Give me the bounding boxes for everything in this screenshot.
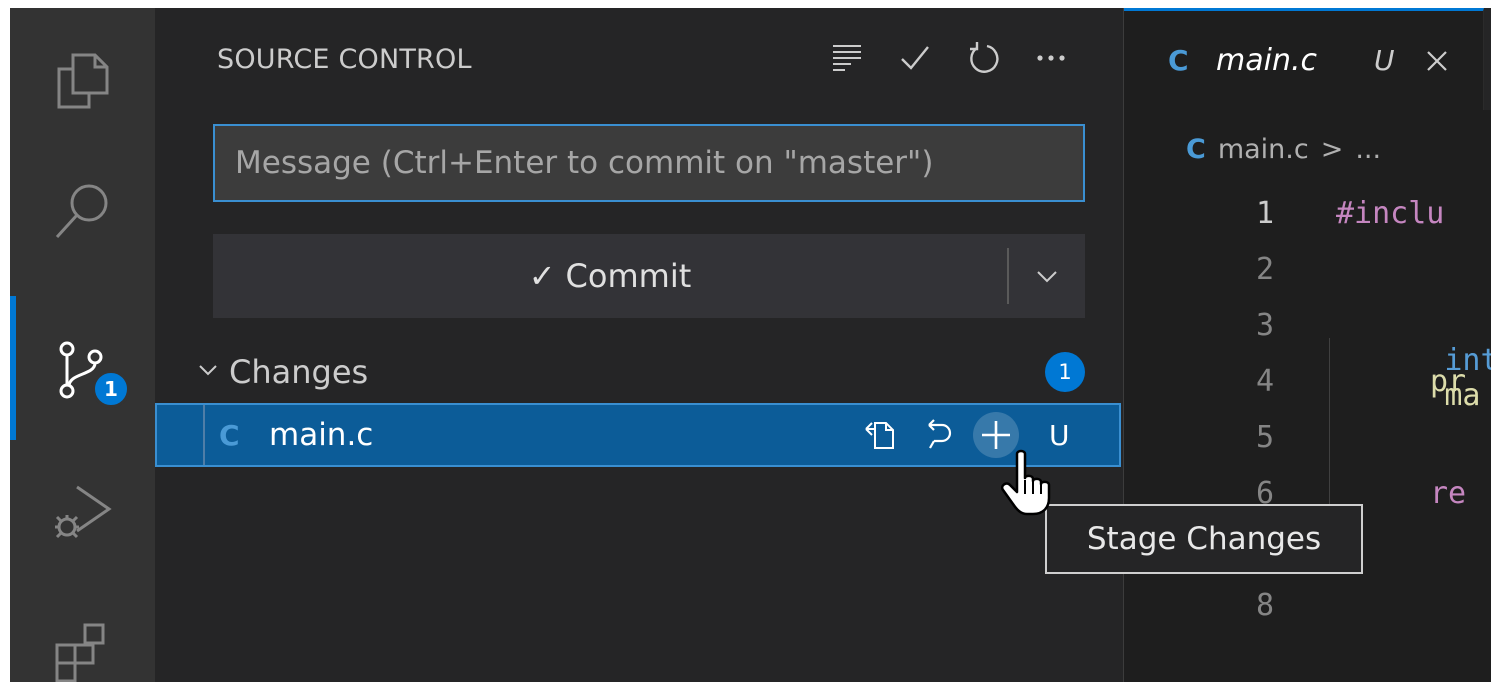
file-name: main.c <box>269 417 374 453</box>
refresh-icon <box>970 42 999 73</box>
discard-changes-button[interactable] <box>915 412 961 458</box>
discard-changes-icon <box>928 419 952 449</box>
tab-file-name: main.c <box>1216 43 1317 78</box>
check-icon: ✓ <box>528 257 556 295</box>
commit-button[interactable]: ✓ Commit <box>213 234 1007 318</box>
code-line-4[interactable]: pr <box>1430 364 1466 399</box>
search-activity[interactable] <box>10 156 155 266</box>
refresh-button[interactable] <box>961 36 1005 80</box>
indent-guide <box>203 405 205 465</box>
editor-area: C main.c U C main.c > ... 1 2 3 4 5 6 7 … <box>1123 8 1491 682</box>
file-status-untracked: U <box>1049 418 1070 452</box>
line-number: 3 <box>1255 308 1274 343</box>
c-file-icon: C <box>219 418 240 452</box>
close-icon <box>1427 50 1447 71</box>
code-line-3[interactable]: int ma <box>1336 308 1491 448</box>
more-actions-button[interactable] <box>1029 36 1073 80</box>
chevron-down-icon <box>1037 271 1057 283</box>
code-line-1[interactable]: #inclu <box>1336 196 1444 231</box>
extensions-icon <box>55 623 104 682</box>
commit-check-icon <box>901 46 929 70</box>
changes-count-badge: 1 <box>1045 352 1085 392</box>
tab-bar-filler <box>1484 8 1491 110</box>
source-control-badge: 1 <box>92 370 130 408</box>
c-file-icon: C <box>1168 44 1189 77</box>
open-file-icon <box>865 422 894 449</box>
tab-close-button[interactable] <box>1420 44 1454 78</box>
commit-dropdown-button[interactable] <box>1009 234 1085 318</box>
chevron-down-icon <box>195 357 221 387</box>
view-as-tree-icon <box>833 45 861 71</box>
changes-label: Changes <box>229 353 369 391</box>
run-debug-icon <box>54 485 112 539</box>
line-number: 8 <box>1255 588 1274 623</box>
commit-message-input[interactable] <box>213 124 1085 202</box>
view-as-tree-button[interactable] <box>825 36 869 80</box>
line-number: 2 <box>1255 252 1274 287</box>
commit-button-toolbar[interactable] <box>893 36 937 80</box>
line-number: 5 <box>1255 420 1274 455</box>
breadcrumb-separator: > <box>1320 134 1344 165</box>
breadcrumb-file[interactable]: main.c <box>1218 134 1309 165</box>
activity-bar: 1 <box>10 8 155 682</box>
code-line-6[interactable]: re <box>1430 476 1466 511</box>
commit-label: Commit <box>565 257 692 295</box>
breadcrumb-symbols[interactable]: ... <box>1355 134 1381 165</box>
tab-status: U <box>1374 44 1395 77</box>
breadcrumb: C main.c > ... <box>1186 134 1381 165</box>
line-number: 4 <box>1255 364 1274 399</box>
panel-title: SOURCE CONTROL <box>217 44 472 75</box>
commit-button-group: ✓ Commit <box>213 234 1085 318</box>
more-actions-icon <box>1037 55 1065 61</box>
run-debug-activity[interactable] <box>10 456 155 566</box>
stage-changes-tooltip: Stage Changes <box>1045 504 1363 574</box>
changed-file-row[interactable]: C main.c U <box>155 403 1121 467</box>
open-file-button[interactable] <box>857 412 903 458</box>
source-control-panel: SOURCE CONTROL Message (Ctrl+Enter to co… <box>155 8 1123 682</box>
files-icon <box>57 53 108 109</box>
search-icon <box>55 184 107 239</box>
extensions-activity[interactable] <box>10 596 155 682</box>
source-control-activity[interactable] <box>10 316 155 426</box>
line-number: 1 <box>1255 196 1274 231</box>
editor-tab-main-c[interactable]: C main.c U <box>1124 8 1484 110</box>
explorer-activity[interactable] <box>10 26 155 136</box>
c-file-icon: C <box>1186 134 1206 165</box>
hand-pointer-cursor-icon <box>1001 449 1051 516</box>
changes-group-header[interactable]: Changes 1 <box>195 346 1091 398</box>
vscode-window: 1 SOURCE CONTROL Message (Ctrl+Enter to … <box>10 8 1491 682</box>
panel-toolbar <box>825 36 1073 80</box>
